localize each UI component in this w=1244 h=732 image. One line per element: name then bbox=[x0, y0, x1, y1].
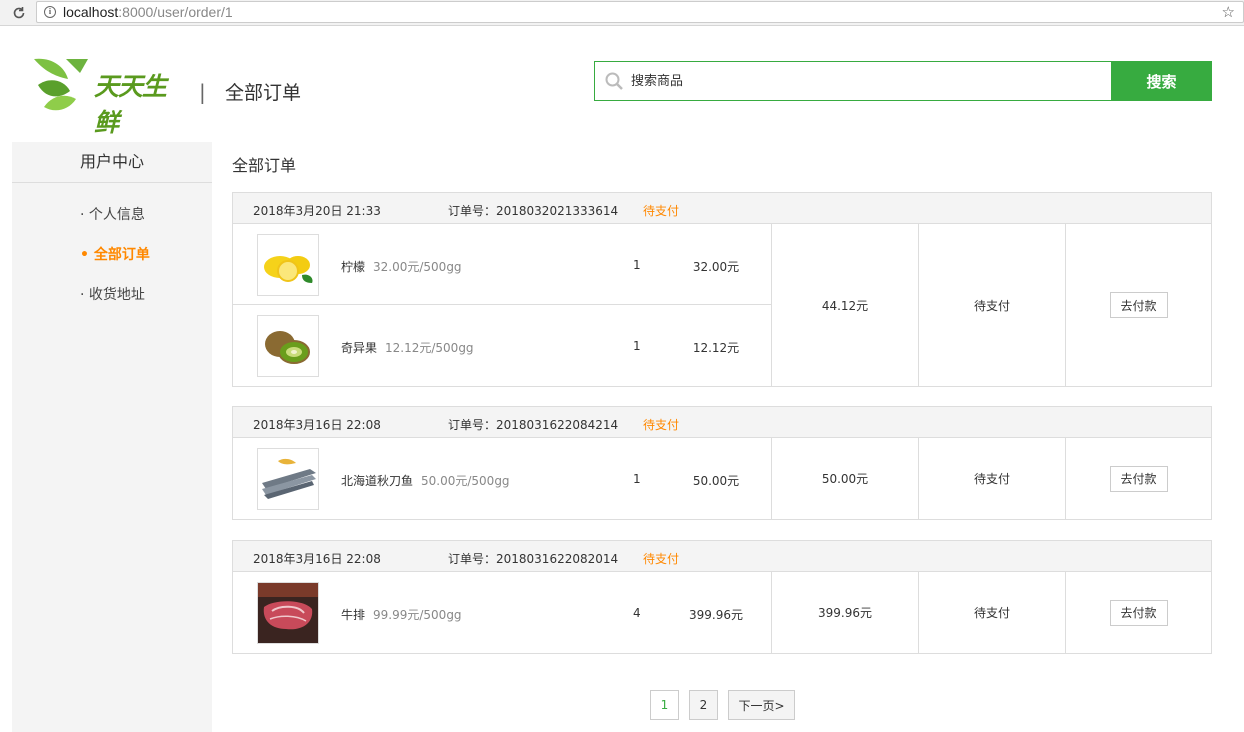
goods-name[interactable]: 北海道秋刀鱼 50.00元/500gg bbox=[341, 472, 510, 489]
order-status: 待支付 bbox=[918, 224, 1065, 386]
goods-price: 12.12元/500gg bbox=[385, 341, 474, 355]
search-box bbox=[594, 61, 1112, 101]
section-title: 全部订单 bbox=[232, 156, 297, 175]
sidebar: 用户中心 · 个人信息 • 全部订单 · 收货地址 bbox=[12, 142, 212, 732]
goods-row: 柠檬 32.00元/500gg 1 32.00元 bbox=[233, 224, 771, 305]
address-bar[interactable]: i localhost:8000/user/order/1 ☆ bbox=[36, 1, 1244, 23]
order-status-badge: 待支付 bbox=[643, 418, 680, 432]
goods-qty: 1 bbox=[633, 258, 641, 272]
steak-image[interactable] bbox=[257, 582, 319, 644]
order-card: 2018年3月16日 22:08 订单号：2018031622082014 待支… bbox=[232, 540, 1212, 654]
info-icon[interactable]: i bbox=[44, 6, 56, 18]
goods-name[interactable]: 奇异果 12.12元/500gg bbox=[341, 339, 474, 356]
sidebar-item-address[interactable]: · 收货地址 bbox=[80, 284, 145, 304]
goods-subtotal: 50.00元 bbox=[692, 474, 740, 488]
goods-subtotal: 399.96元 bbox=[689, 608, 743, 622]
order-status: 待支付 bbox=[918, 438, 1065, 519]
fish-image[interactable] bbox=[257, 448, 319, 510]
order-action-cell: 去付款 bbox=[1065, 572, 1211, 653]
order-number: 订单号：2018031622082014 bbox=[448, 552, 619, 566]
goods-qty: 4 bbox=[633, 606, 641, 620]
logo[interactable]: 天天生鲜 bbox=[30, 55, 180, 137]
goods-row: 北海道秋刀鱼 50.00元/500gg 1 50.00元 bbox=[233, 438, 771, 519]
goods-list: 牛排 99.99元/500gg 4 399.96元 bbox=[233, 572, 771, 653]
browser-toolbar: i localhost:8000/user/order/1 ☆ bbox=[0, 0, 1244, 26]
goods-price: 99.99元/500gg bbox=[373, 608, 462, 622]
order-date: 2018年3月16日 22:08 bbox=[253, 418, 381, 432]
reload-icon[interactable] bbox=[12, 6, 26, 20]
sidebar-item-orders[interactable]: • 全部订单 bbox=[80, 244, 150, 264]
next-page-button[interactable]: 下一页> bbox=[728, 690, 795, 720]
pagination: 1 2 下一页> bbox=[650, 690, 795, 720]
lemon-image[interactable] bbox=[257, 234, 319, 296]
goods-list: 北海道秋刀鱼 50.00元/500gg 1 50.00元 bbox=[233, 438, 771, 519]
goods-price: 32.00元/500gg bbox=[373, 260, 462, 274]
goods-name[interactable]: 牛排 99.99元/500gg bbox=[341, 606, 462, 623]
order-status: 待支付 bbox=[918, 572, 1065, 653]
url-text: localhost:8000/user/order/1 bbox=[63, 4, 233, 20]
order-number: 订单号：2018032021333614 bbox=[448, 204, 619, 218]
page-2-button[interactable]: 2 bbox=[689, 690, 718, 720]
pay-button[interactable]: 去付款 bbox=[1109, 599, 1168, 626]
search-icon bbox=[605, 72, 623, 90]
order-action-cell: 去付款 bbox=[1065, 224, 1211, 386]
goods-price: 50.00元/500gg bbox=[421, 474, 510, 488]
sidebar-title: 用户中心 bbox=[12, 142, 212, 183]
order-total: 50.00元 bbox=[771, 438, 918, 519]
order-card: 2018年3月16日 22:08 订单号：2018031622084214 待支… bbox=[232, 406, 1212, 520]
order-card: 2018年3月20日 21:33 订单号：2018032021333614 待支… bbox=[232, 192, 1212, 387]
leaf-logo-icon bbox=[34, 58, 88, 111]
goods-qty: 1 bbox=[633, 339, 641, 353]
kiwi-image[interactable] bbox=[257, 315, 319, 377]
goods-subtotal: 32.00元 bbox=[692, 260, 740, 274]
order-total: 44.12元 bbox=[771, 224, 918, 386]
goods-name[interactable]: 柠檬 32.00元/500gg bbox=[341, 258, 462, 275]
order-status-badge: 待支付 bbox=[643, 204, 680, 218]
sidebar-item-profile[interactable]: · 个人信息 bbox=[80, 204, 145, 224]
order-date: 2018年3月16日 22:08 bbox=[253, 552, 381, 566]
order-header: 2018年3月16日 22:08 订单号：2018031622082014 待支… bbox=[233, 541, 1211, 572]
page-1-button[interactable]: 1 bbox=[650, 690, 679, 720]
goods-subtotal: 12.12元 bbox=[692, 341, 740, 355]
order-body: 北海道秋刀鱼 50.00元/500gg 1 50.00元 50.00元 待支付 去… bbox=[233, 438, 1211, 519]
search-button[interactable]: 搜索 bbox=[1111, 61, 1212, 101]
goods-row: 奇异果 12.12元/500gg 1 12.12元 bbox=[233, 305, 771, 386]
page-title: 全部订单 bbox=[225, 82, 302, 104]
order-header: 2018年3月20日 21:33 订单号：2018032021333614 待支… bbox=[233, 193, 1211, 224]
goods-list: 柠檬 32.00元/500gg 1 32.00元 奇异果 12.12元/500gg … bbox=[233, 224, 771, 386]
goods-row: 牛排 99.99元/500gg 4 399.96元 bbox=[233, 572, 771, 653]
order-body: 牛排 99.99元/500gg 4 399.96元 399.96元 待支付 去付款 bbox=[233, 572, 1211, 653]
search-input[interactable] bbox=[631, 70, 1091, 92]
order-header: 2018年3月16日 22:08 订单号：2018031622084214 待支… bbox=[233, 407, 1211, 438]
goods-qty: 1 bbox=[633, 472, 641, 486]
order-number: 订单号：2018031622084214 bbox=[448, 418, 619, 432]
bookmark-star-icon[interactable]: ☆ bbox=[1222, 3, 1235, 21]
order-body: 柠檬 32.00元/500gg 1 32.00元 奇异果 12.12元/500gg … bbox=[233, 224, 1211, 386]
logo-text: 天天生鲜 bbox=[94, 72, 167, 137]
order-action-cell: 去付款 bbox=[1065, 438, 1211, 519]
order-total: 399.96元 bbox=[771, 572, 918, 653]
order-date: 2018年3月20日 21:33 bbox=[253, 204, 381, 218]
pay-button[interactable]: 去付款 bbox=[1109, 465, 1168, 492]
order-status-badge: 待支付 bbox=[643, 552, 680, 566]
pay-button[interactable]: 去付款 bbox=[1109, 292, 1168, 318]
header-divider: | bbox=[199, 80, 206, 104]
